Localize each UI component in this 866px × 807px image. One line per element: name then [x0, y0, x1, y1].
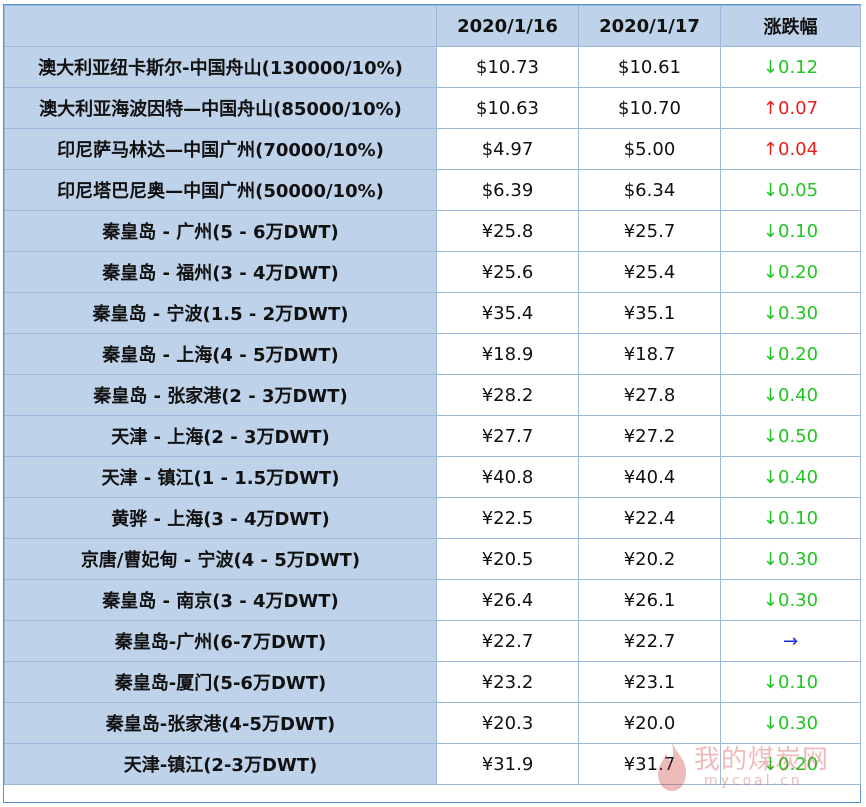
table-row: 秦皇岛 - 张家港(2 - 3万DWT) ¥28.2 ¥27.8 ↓0.40	[4, 374, 861, 416]
change-cell: ↓0.20	[720, 251, 861, 293]
price-date-1-cell: ¥20.3	[436, 702, 579, 744]
route-cell: 秦皇岛 - 广州(5 - 6万DWT)	[4, 210, 437, 252]
freight-rate-table: 2020/1/16 2020/1/17 涨跌幅 澳大利亚纽卡斯尔-中国舟山(13…	[4, 5, 861, 785]
route-cell: 秦皇岛-张家港(4-5万DWT)	[4, 702, 437, 744]
change-cell: ↓0.05	[720, 169, 861, 211]
change-cell: ↓0.12	[720, 46, 861, 88]
price-date-1-cell: $4.97	[436, 128, 579, 170]
route-cell: 印尼塔巴尼奥—中国广州(50000/10%)	[4, 169, 437, 211]
price-date-2-cell: ¥20.0	[578, 702, 721, 744]
price-date-1-cell: $10.73	[436, 46, 579, 88]
change-cell: ↓0.40	[720, 456, 861, 498]
price-date-1-cell: ¥40.8	[436, 456, 579, 498]
change-cell: ↓0.50	[720, 415, 861, 457]
change-cell: →	[720, 620, 861, 662]
price-date-2-cell: ¥40.4	[578, 456, 721, 498]
table-row: 天津 - 镇江(1 - 1.5万DWT) ¥40.8 ¥40.4 ↓0.40	[4, 456, 861, 498]
price-date-2-cell: ¥18.7	[578, 333, 721, 375]
price-date-1-cell: ¥28.2	[436, 374, 579, 416]
table-row: 澳大利亚海波因特—中国舟山(85000/10%) $10.63 $10.70 ↑0.0…	[4, 87, 861, 129]
route-cell: 秦皇岛 - 张家港(2 - 3万DWT)	[4, 374, 437, 416]
table-row: 印尼萨马林达—中国广州(70000/10%) $4.97 $5.00 ↑0.04	[4, 128, 861, 170]
table-row: 秦皇岛 - 南京(3 - 4万DWT) ¥26.4 ¥26.1 ↓0.30	[4, 579, 861, 621]
change-cell: ↓0.10	[720, 661, 861, 703]
change-cell: ↓0.10	[720, 497, 861, 539]
price-date-2-cell: ¥31.7	[578, 743, 721, 785]
route-cell: 澳大利亚海波因特—中国舟山(85000/10%)	[4, 87, 437, 129]
change-cell: ↓0.40	[720, 374, 861, 416]
route-cell: 天津-镇江(2-3万DWT)	[4, 743, 437, 785]
price-date-2-cell: ¥26.1	[578, 579, 721, 621]
route-cell: 印尼萨马林达—中国广州(70000/10%)	[4, 128, 437, 170]
price-date-1-cell: ¥22.7	[436, 620, 579, 662]
price-date-1-cell: ¥23.2	[436, 661, 579, 703]
price-date-2-cell: ¥20.2	[578, 538, 721, 580]
table-row: 秦皇岛 - 宁波(1.5 - 2万DWT) ¥35.4 ¥35.1 ↓0.30	[4, 292, 861, 334]
table-row: 秦皇岛 - 广州(5 - 6万DWT) ¥25.8 ¥25.7 ↓0.10	[4, 210, 861, 252]
table-row: 印尼塔巴尼奥—中国广州(50000/10%) $6.39 $6.34 ↓0.05	[4, 169, 861, 211]
change-cell: ↑0.07	[720, 87, 861, 129]
price-date-2-cell: ¥22.7	[578, 620, 721, 662]
route-cell: 秦皇岛-广州(6-7万DWT)	[4, 620, 437, 662]
change-cell: ↓0.20	[720, 743, 861, 785]
price-date-2-cell: ¥23.1	[578, 661, 721, 703]
price-date-1-cell: ¥18.9	[436, 333, 579, 375]
table-row: 黄骅 - 上海(3 - 4万DWT) ¥22.5 ¥22.4 ↓0.10	[4, 497, 861, 539]
table-row: 秦皇岛 - 福州(3 - 4万DWT) ¥25.6 ¥25.4 ↓0.20	[4, 251, 861, 293]
route-cell: 秦皇岛 - 宁波(1.5 - 2万DWT)	[4, 292, 437, 334]
table-row: 澳大利亚纽卡斯尔-中国舟山(130000/10%) $10.73 $10.61 ↓0.…	[4, 46, 861, 88]
price-date-2-cell: ¥25.4	[578, 251, 721, 293]
price-date-1-cell: ¥25.6	[436, 251, 579, 293]
price-date-2-cell: $10.61	[578, 46, 721, 88]
header-route	[4, 5, 437, 47]
price-date-2-cell: $10.70	[578, 87, 721, 129]
table-row: 天津-镇江(2-3万DWT) ¥31.9 ¥31.7 ↓0.20	[4, 743, 861, 785]
price-date-1-cell: ¥20.5	[436, 538, 579, 580]
table-row: 京唐/曹妃甸 - 宁波(4 - 5万DWT) ¥20.5 ¥20.2 ↓0.30	[4, 538, 861, 580]
price-date-1-cell: ¥26.4	[436, 579, 579, 621]
table-row: 秦皇岛-广州(6-7万DWT) ¥22.7 ¥22.7 →	[4, 620, 861, 662]
table-row: 秦皇岛 - 上海(4 - 5万DWT) ¥18.9 ¥18.7 ↓0.20	[4, 333, 861, 375]
price-date-1-cell: $10.63	[436, 87, 579, 129]
change-cell: ↓0.10	[720, 210, 861, 252]
change-cell: ↓0.30	[720, 702, 861, 744]
route-cell: 京唐/曹妃甸 - 宁波(4 - 5万DWT)	[4, 538, 437, 580]
change-cell: ↓0.30	[720, 579, 861, 621]
price-date-1-cell: ¥22.5	[436, 497, 579, 539]
change-cell: ↓0.30	[720, 292, 861, 334]
header-date-2: 2020/1/17	[578, 5, 721, 47]
price-date-2-cell: ¥27.8	[578, 374, 721, 416]
price-date-1-cell: ¥25.8	[436, 210, 579, 252]
price-date-2-cell: $6.34	[578, 169, 721, 211]
change-cell: ↓0.20	[720, 333, 861, 375]
route-cell: 天津 - 镇江(1 - 1.5万DWT)	[4, 456, 437, 498]
table-row: 秦皇岛-张家港(4-5万DWT) ¥20.3 ¥20.0 ↓0.30	[4, 702, 861, 744]
header-change: 涨跌幅	[720, 5, 861, 47]
route-cell: 秦皇岛 - 南京(3 - 4万DWT)	[4, 579, 437, 621]
change-cell: ↓0.30	[720, 538, 861, 580]
route-cell: 天津 - 上海(2 - 3万DWT)	[4, 415, 437, 457]
price-date-1-cell: $6.39	[436, 169, 579, 211]
price-date-2-cell: ¥22.4	[578, 497, 721, 539]
header-row: 2020/1/16 2020/1/17 涨跌幅	[4, 5, 861, 47]
price-date-1-cell: ¥31.9	[436, 743, 579, 785]
price-date-1-cell: ¥27.7	[436, 415, 579, 457]
price-date-2-cell: ¥25.7	[578, 210, 721, 252]
table-row: 天津 - 上海(2 - 3万DWT) ¥27.7 ¥27.2 ↓0.50	[4, 415, 861, 457]
price-date-2-cell: $5.00	[578, 128, 721, 170]
price-date-2-cell: ¥27.2	[578, 415, 721, 457]
route-cell: 秦皇岛-厦门(5-6万DWT)	[4, 661, 437, 703]
change-cell: ↑0.04	[720, 128, 861, 170]
route-cell: 秦皇岛 - 福州(3 - 4万DWT)	[4, 251, 437, 293]
price-date-1-cell: ¥35.4	[436, 292, 579, 334]
table-row: 秦皇岛-厦门(5-6万DWT) ¥23.2 ¥23.1 ↓0.10	[4, 661, 861, 703]
route-cell: 黄骅 - 上海(3 - 4万DWT)	[4, 497, 437, 539]
route-cell: 秦皇岛 - 上海(4 - 5万DWT)	[4, 333, 437, 375]
price-date-2-cell: ¥35.1	[578, 292, 721, 334]
route-cell: 澳大利亚纽卡斯尔-中国舟山(130000/10%)	[4, 46, 437, 88]
table-body: 澳大利亚纽卡斯尔-中国舟山(130000/10%) $10.73 $10.61 ↓0.…	[4, 46, 861, 785]
header-date-1: 2020/1/16	[436, 5, 579, 47]
